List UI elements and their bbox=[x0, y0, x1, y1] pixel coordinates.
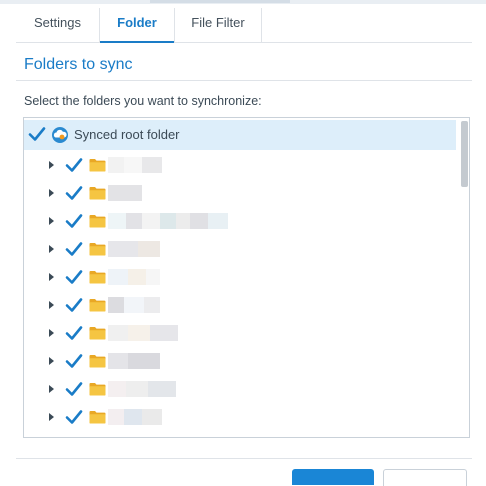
checkbox-checked-icon[interactable] bbox=[65, 184, 83, 202]
section-title: Folders to sync bbox=[24, 56, 133, 73]
tree-row-child[interactable] bbox=[24, 347, 456, 375]
redacted-folder-name bbox=[108, 325, 178, 341]
instruction-text: Select the folders you want to synchroni… bbox=[24, 94, 262, 108]
redacted-folder-name bbox=[108, 241, 160, 257]
redacted-folder-name bbox=[108, 409, 162, 425]
checkbox-checked-icon[interactable] bbox=[65, 156, 83, 174]
tab-folder-label: Folder bbox=[117, 15, 157, 30]
tab-settings[interactable]: Settings bbox=[16, 8, 100, 42]
tab-folder[interactable]: Folder bbox=[100, 8, 175, 43]
redacted-folder-name bbox=[108, 157, 162, 173]
tree-row-child[interactable] bbox=[24, 291, 456, 319]
footer-divider bbox=[16, 458, 472, 459]
folder-icon bbox=[89, 271, 106, 284]
expand-arrow-icon[interactable] bbox=[49, 161, 54, 169]
expand-arrow-icon[interactable] bbox=[49, 245, 54, 253]
tree-row-child[interactable] bbox=[24, 263, 456, 291]
folder-icon bbox=[89, 411, 106, 424]
tree-row-child[interactable] bbox=[24, 151, 456, 179]
expand-arrow-icon[interactable] bbox=[49, 273, 54, 281]
tab-file-filter-label: File Filter bbox=[191, 15, 245, 30]
checkbox-checked-icon[interactable] bbox=[65, 240, 83, 258]
window-title-strip bbox=[0, 0, 486, 4]
folder-icon bbox=[89, 159, 106, 172]
redacted-folder-name bbox=[108, 381, 176, 397]
redacted-folder-name bbox=[108, 353, 160, 369]
redacted-folder-name bbox=[108, 185, 142, 201]
tree-scrollbar[interactable] bbox=[461, 121, 468, 187]
tree-row-root[interactable]: Synced root folder bbox=[24, 120, 456, 150]
redacted-folder-name bbox=[108, 297, 160, 313]
folder-tree[interactable]: Synced root folder bbox=[23, 117, 470, 438]
tab-bar: Settings Folder File Filter bbox=[16, 8, 472, 43]
secondary-button[interactable] bbox=[383, 469, 467, 486]
cloud-sync-icon bbox=[52, 127, 68, 143]
tab-file-filter[interactable]: File Filter bbox=[175, 8, 262, 42]
tree-row-child[interactable] bbox=[24, 235, 456, 263]
redacted-folder-name bbox=[108, 213, 228, 229]
expand-arrow-icon[interactable] bbox=[49, 217, 54, 225]
folder-icon bbox=[89, 383, 106, 396]
redacted-folder-name bbox=[108, 269, 160, 285]
checkbox-checked-icon[interactable] bbox=[65, 296, 83, 314]
folder-icon bbox=[89, 215, 106, 228]
expand-arrow-icon[interactable] bbox=[49, 329, 54, 337]
tree-row-child[interactable] bbox=[24, 375, 456, 403]
expand-arrow-icon[interactable] bbox=[49, 357, 54, 365]
root-folder-label: Synced root folder bbox=[74, 127, 180, 142]
checkbox-checked-icon[interactable] bbox=[65, 408, 83, 426]
tree-row-child[interactable] bbox=[24, 207, 456, 235]
checkbox-checked-icon[interactable] bbox=[28, 125, 46, 143]
folder-icon bbox=[89, 327, 106, 340]
tab-settings-label: Settings bbox=[34, 15, 81, 30]
checkbox-checked-icon[interactable] bbox=[65, 380, 83, 398]
checkbox-checked-icon[interactable] bbox=[65, 324, 83, 342]
primary-button[interactable] bbox=[292, 469, 374, 485]
tree-row-child[interactable] bbox=[24, 403, 456, 431]
folder-icon bbox=[89, 355, 106, 368]
expand-arrow-icon[interactable] bbox=[49, 413, 54, 421]
expand-arrow-icon[interactable] bbox=[49, 385, 54, 393]
checkbox-checked-icon[interactable] bbox=[65, 352, 83, 370]
tree-row-child[interactable] bbox=[24, 179, 456, 207]
checkbox-checked-icon[interactable] bbox=[65, 212, 83, 230]
checkbox-checked-icon[interactable] bbox=[65, 268, 83, 286]
active-tab-underline bbox=[100, 41, 174, 43]
folder-icon bbox=[89, 243, 106, 256]
folder-icon bbox=[89, 187, 106, 200]
expand-arrow-icon[interactable] bbox=[49, 301, 54, 309]
window-title-ghost bbox=[150, 0, 290, 3]
tree-row-child[interactable] bbox=[24, 319, 456, 347]
expand-arrow-icon[interactable] bbox=[49, 189, 54, 197]
folder-icon bbox=[89, 299, 106, 312]
section-divider bbox=[16, 80, 472, 81]
